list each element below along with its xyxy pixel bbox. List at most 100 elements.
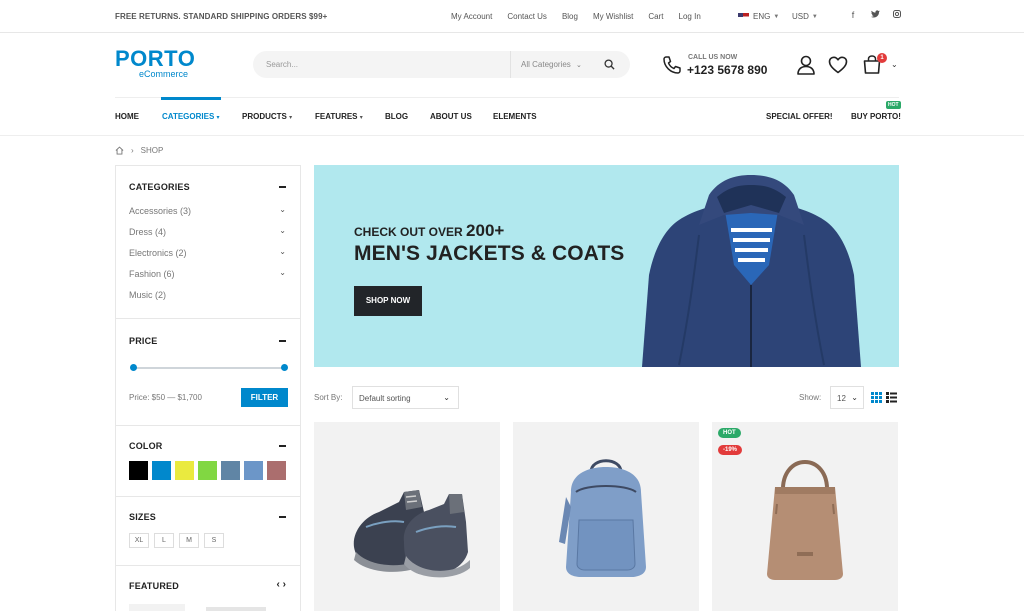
instagram-icon[interactable] bbox=[886, 10, 908, 20]
top-links: My Account Contact Us Blog My Wishlist C… bbox=[451, 12, 716, 21]
cart-link[interactable]: Cart bbox=[648, 12, 663, 21]
nav-categories[interactable]: CATEGORIES ▾ bbox=[161, 97, 221, 121]
chevron-down-icon: ▾ bbox=[216, 115, 220, 121]
sizes-section: SIZES XL L M S bbox=[116, 498, 300, 566]
color-swatch-blue[interactable] bbox=[152, 461, 171, 480]
grid-view-icon[interactable] bbox=[871, 392, 882, 403]
social-links: f bbox=[842, 10, 908, 20]
size-s[interactable]: S bbox=[204, 533, 224, 548]
product-card[interactable]: HOT -19% bbox=[712, 422, 898, 611]
nav-about-us[interactable]: ABOUT US bbox=[430, 112, 472, 121]
nav-features[interactable]: FEATURES ▾ bbox=[315, 112, 363, 121]
size-l[interactable]: L bbox=[154, 533, 174, 548]
chevron-down-icon[interactable]: ⌄ bbox=[279, 268, 286, 277]
chevron-down-icon: ⌄ bbox=[576, 62, 582, 69]
filter-sidebar: CATEGORIES Accessories (3) ⌄ Dress (4) ⌄… bbox=[115, 165, 301, 611]
show-count-value: 12 bbox=[837, 394, 846, 403]
banner-headline-1: CHECK OUT OVER 200+ bbox=[354, 221, 505, 240]
collapse-icon[interactable] bbox=[279, 340, 286, 342]
list-view-icon[interactable] bbox=[886, 392, 897, 403]
featured-title: FEATURED bbox=[129, 581, 179, 591]
log-in-link[interactable]: Log In bbox=[679, 12, 701, 21]
category-electronics[interactable]: Electronics (2) bbox=[129, 248, 187, 258]
chevron-down-icon: ⌄ bbox=[443, 393, 450, 402]
blog-link[interactable]: Blog bbox=[562, 12, 578, 21]
contact-us-link[interactable]: Contact Us bbox=[507, 12, 547, 21]
search-category-select[interactable]: All Categories ⌄ bbox=[510, 51, 590, 78]
phone-icon bbox=[663, 56, 681, 74]
color-swatch-light-blue[interactable] bbox=[244, 461, 263, 480]
promo-banner[interactable]: CHECK OUT OVER 200+ MEN'S JACKETS & COAT… bbox=[314, 165, 899, 367]
facebook-icon[interactable]: f bbox=[842, 10, 864, 20]
nav-blog[interactable]: BLOG bbox=[385, 112, 408, 121]
product-card[interactable] bbox=[513, 422, 699, 611]
currency-selector[interactable]: USD ▼ bbox=[792, 12, 818, 21]
user-icon[interactable] bbox=[795, 54, 817, 76]
category-fashion[interactable]: Fashion (6) bbox=[129, 269, 175, 279]
color-swatch-rose[interactable] bbox=[267, 461, 286, 480]
sort-select[interactable]: Default sorting ⌄ bbox=[352, 386, 459, 409]
category-music[interactable]: Music (2) bbox=[129, 290, 166, 300]
search-input[interactable]: Search... bbox=[266, 60, 298, 69]
sort-value: Default sorting bbox=[359, 394, 411, 403]
featured-nav-arrows[interactable]: ‹ › bbox=[277, 579, 286, 590]
color-swatch-yellow[interactable] bbox=[175, 461, 194, 480]
search-icon[interactable] bbox=[604, 59, 615, 70]
nav-products[interactable]: PRODUCTS ▾ bbox=[242, 112, 292, 121]
phone-number[interactable]: +123 5678 890 bbox=[687, 63, 767, 77]
logo-main-text: PORTO bbox=[115, 46, 196, 71]
featured-section: FEATURED ‹ › bbox=[116, 567, 300, 611]
price-slider-min-handle[interactable] bbox=[130, 364, 137, 371]
currency-value: USD bbox=[792, 12, 809, 21]
color-section: COLOR bbox=[116, 427, 300, 497]
logo-sub-text: eCommerce bbox=[139, 69, 189, 79]
color-title: COLOR bbox=[129, 441, 163, 451]
cart-count-badge: 1 bbox=[877, 53, 887, 63]
color-swatch-green[interactable] bbox=[198, 461, 217, 480]
chevron-down-icon: ▼ bbox=[811, 13, 818, 20]
color-swatch-black[interactable] bbox=[129, 461, 148, 480]
collapse-icon[interactable] bbox=[279, 445, 286, 447]
shop-now-button[interactable]: SHOP NOW bbox=[354, 286, 422, 316]
porto-logo[interactable]: PORTO eCommerce bbox=[115, 46, 196, 80]
price-title: PRICE bbox=[129, 336, 158, 346]
nav-buy-porto[interactable]: BUY PORTO! bbox=[851, 112, 901, 121]
home-icon[interactable] bbox=[115, 146, 124, 155]
show-label: Show: bbox=[799, 393, 822, 402]
nav-special-offer[interactable]: SPECIAL OFFER! bbox=[766, 112, 833, 121]
color-swatch-slate[interactable] bbox=[221, 461, 240, 480]
nav-products-label: PRODUCTS bbox=[242, 112, 287, 121]
nav-home[interactable]: HOME bbox=[115, 112, 139, 121]
collapse-icon[interactable] bbox=[279, 186, 286, 188]
chevron-down-icon[interactable]: ⌄ bbox=[891, 60, 898, 69]
breadcrumb-current: SHOP bbox=[140, 146, 164, 155]
chevron-down-icon[interactable]: ⌄ bbox=[279, 247, 286, 256]
language-selector[interactable]: ENG ▼ bbox=[738, 12, 779, 21]
chevron-down-icon[interactable]: ⌄ bbox=[279, 226, 286, 235]
filter-button[interactable]: FILTER bbox=[241, 388, 288, 407]
category-dress[interactable]: Dress (4) bbox=[129, 227, 166, 237]
search-bar: Search... All Categories ⌄ bbox=[253, 51, 630, 78]
collapse-icon[interactable] bbox=[279, 516, 286, 518]
price-range-text: Price: $50 — $1,700 bbox=[129, 393, 202, 402]
price-slider-max-handle[interactable] bbox=[281, 364, 288, 371]
show-count-select[interactable]: 12 ⌄ bbox=[830, 386, 864, 409]
nav-categories-label: CATEGORIES bbox=[162, 112, 215, 121]
us-flag-icon bbox=[738, 13, 749, 20]
chevron-down-icon[interactable]: ⌄ bbox=[279, 205, 286, 214]
size-m[interactable]: M bbox=[179, 533, 199, 548]
heart-icon[interactable] bbox=[827, 54, 849, 76]
my-account-link[interactable]: My Account bbox=[451, 12, 492, 21]
banner-count: 200+ bbox=[466, 221, 505, 240]
category-accessories[interactable]: Accessories (3) bbox=[129, 206, 191, 216]
product-card[interactable] bbox=[314, 422, 500, 611]
nav-elements[interactable]: ELEMENTS bbox=[493, 112, 537, 121]
my-wishlist-link[interactable]: My Wishlist bbox=[593, 12, 633, 21]
price-slider-track[interactable] bbox=[133, 367, 285, 369]
size-xl[interactable]: XL bbox=[129, 533, 149, 548]
top-bar: FREE RETURNS. STANDARD SHIPPING ORDERS $… bbox=[0, 0, 1024, 33]
discount-badge: -19% bbox=[718, 445, 743, 455]
twitter-icon[interactable] bbox=[864, 10, 886, 20]
chevron-down-icon: ▾ bbox=[289, 115, 293, 121]
featured-product-thumb[interactable] bbox=[129, 604, 185, 611]
